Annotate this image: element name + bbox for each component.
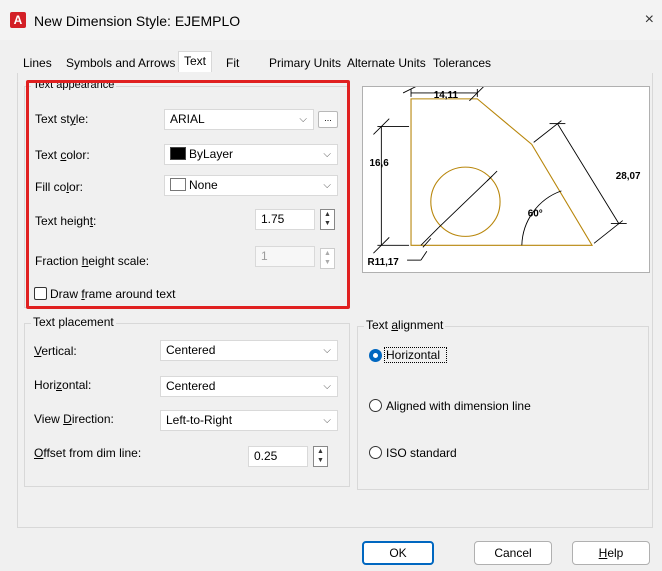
offset-input[interactable]: 0.25: [248, 446, 308, 467]
text-height-input[interactable]: 1.75: [255, 209, 315, 230]
tab-text[interactable]: Text: [178, 51, 213, 72]
vertical-label: Vertical:: [34, 344, 77, 358]
text-color-label: Text color:: [35, 148, 90, 162]
tab-tolerances[interactable]: Tolerances: [427, 54, 498, 73]
tab-lines[interactable]: Lines: [17, 54, 58, 73]
window-title: New Dimension Style: EJEMPLO: [34, 13, 241, 29]
color-swatch-bylayer: [170, 147, 186, 160]
color-swatch-none: [170, 178, 186, 191]
horizontal-alignment-radio[interactable]: [369, 349, 382, 362]
aligned-with-dimension-line-radio[interactable]: [369, 399, 382, 412]
view-direction-select[interactable]: Left-to-Right ⌵: [160, 410, 338, 431]
dim-left-label: 16,6: [369, 158, 389, 169]
dim-top-label: 14,11: [434, 90, 459, 101]
text-style-label: Text style:: [35, 112, 89, 126]
text-appearance-title: Text appearance: [31, 80, 117, 90]
close-icon[interactable]: ×: [645, 11, 654, 29]
tab-alternate-units[interactable]: Alternate Units: [341, 54, 432, 73]
text-style-browse-button[interactable]: ...: [318, 111, 338, 128]
text-height-label: Text height:: [35, 214, 97, 228]
ok-button[interactable]: OK: [362, 541, 434, 565]
chevron-down-icon: ⌵: [323, 149, 331, 160]
iso-standard-radio[interactable]: [369, 446, 382, 459]
draw-frame-checkbox[interactable]: [34, 287, 47, 300]
autocad-app-icon: A: [10, 12, 26, 28]
horizontal-select[interactable]: Centered ⌵: [160, 376, 338, 397]
horizontal-label: Horizontal:: [34, 378, 92, 392]
offset-spinner[interactable]: ▲ ▼: [313, 446, 328, 467]
aligned-with-dimension-line-label: Aligned with dimension line: [386, 399, 531, 413]
fill-color-label: Fill color:: [35, 180, 84, 194]
text-height-spinner[interactable]: ▲ ▼: [320, 209, 335, 230]
preview-drawing: 14,11 16,6 28,07 60° R11,17: [367, 87, 641, 268]
view-direction-label: View Direction:: [34, 412, 114, 426]
fraction-height-scale-label: Fraction height scale:: [35, 254, 150, 268]
tab-fit[interactable]: Fit: [220, 54, 246, 73]
vertical-select[interactable]: Centered ⌵: [160, 340, 338, 361]
cancel-button[interactable]: Cancel: [474, 541, 552, 565]
draw-frame-label: Draw frame around text: [50, 287, 176, 301]
dim-right-label: 28,07: [616, 171, 641, 182]
chevron-down-icon: ⌵: [323, 381, 331, 392]
dim-angle-label: 60°: [528, 209, 543, 220]
text-color-select[interactable]: ByLayer ⌵: [164, 144, 338, 165]
text-style-select[interactable]: ARIAL ⌵: [164, 109, 314, 130]
chevron-down-icon: ⌵: [323, 180, 331, 191]
fill-color-select[interactable]: None ⌵: [164, 175, 338, 196]
iso-standard-label: ISO standard: [386, 446, 457, 460]
text-alignment-title: Text alignment: [364, 318, 446, 332]
fraction-height-spinner[interactable]: ▲ ▼: [320, 248, 335, 269]
chevron-down-icon: ⌵: [299, 114, 307, 125]
text-placement-title: Text placement: [31, 315, 116, 329]
horizontal-alignment-label: Horizontal: [386, 348, 441, 362]
chevron-down-icon: ⌵: [323, 345, 331, 356]
help-button[interactable]: Help: [572, 541, 650, 565]
chevron-down-icon: ⌵: [323, 415, 331, 426]
title-bar: A New Dimension Style: EJEMPLO ×: [0, 0, 662, 40]
dimension-preview: 14,11 16,6 28,07 60° R11,17: [362, 86, 650, 273]
tab-primary-units[interactable]: Primary Units: [263, 54, 348, 73]
fraction-height-scale-input[interactable]: 1: [255, 246, 315, 267]
tab-symbols-and-arrows[interactable]: Symbols and Arrows: [60, 54, 182, 73]
offset-label: Offset from dim line:: [34, 446, 142, 460]
dim-radius-label: R11,17: [367, 257, 399, 268]
